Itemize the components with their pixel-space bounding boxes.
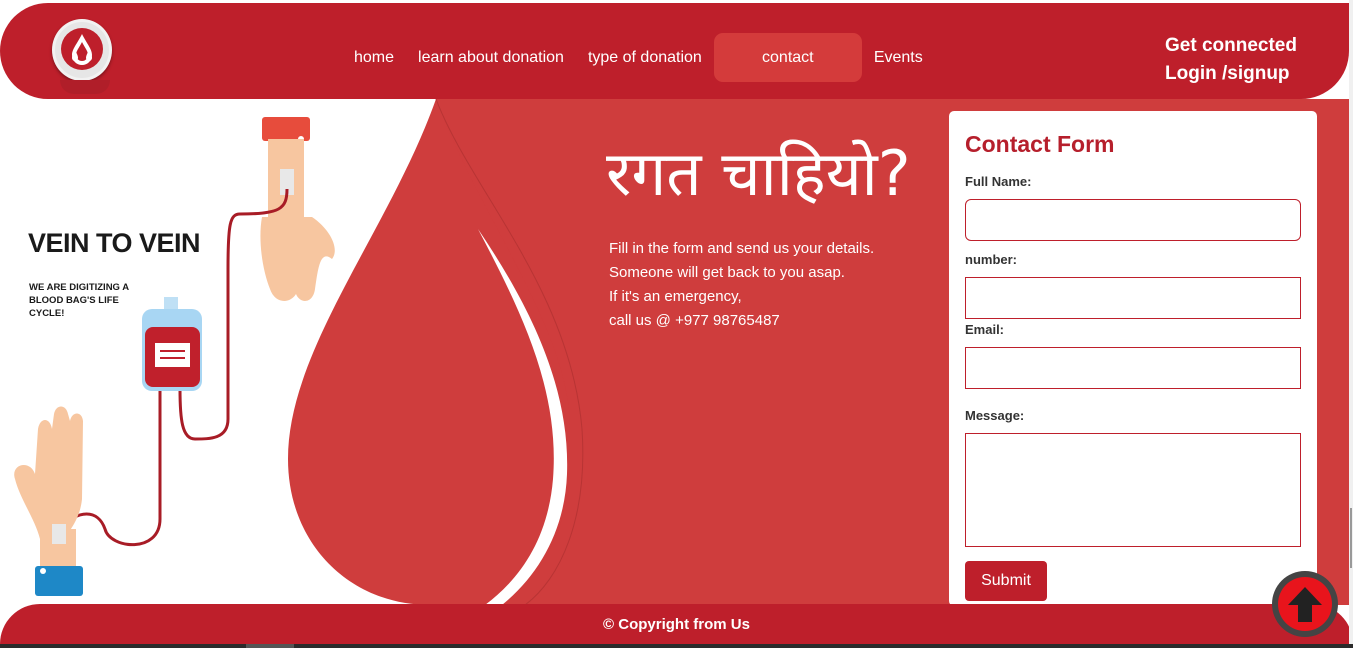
email-input[interactable] [965,347,1301,389]
logo-base [60,80,110,94]
illustration-subtitle: WE ARE DIGITIZING A BLOOD BAG'S LIFE CYC… [29,282,129,319]
nav-type-of-donation[interactable]: type of donation [576,33,714,82]
scrollbar-thumb[interactable] [1350,508,1352,568]
hero-description: Fill in the form and send us your detail… [609,237,874,333]
number-label: number: [965,252,1017,267]
blood-drop-logo-icon[interactable] [52,19,112,94]
site-header: home learn about donation type of donati… [0,3,1349,99]
header-account: Get connected Login /signup [1165,32,1297,88]
nav-contact[interactable]: contact [713,33,862,82]
arrow-up-icon [1288,587,1322,622]
email-label: Email: [965,322,1005,337]
form-title: Contact Form [965,131,1115,157]
vein-to-vein-illustration [14,117,335,596]
scroll-to-top-button[interactable] [1272,571,1338,637]
site-footer: © Copyright from Us [0,604,1353,644]
nav-learn-about-donation[interactable]: learn about donation [406,33,576,82]
get-connected-link[interactable]: Get connected [1165,32,1297,60]
illustration-title: VEIN TO VEIN [28,228,201,258]
logo-circle [61,28,103,70]
scroll-button-circle [1278,577,1332,631]
copyright-text: © Copyright from Us [603,615,750,633]
message-label: Message: [965,408,1025,423]
taskbar-segment [246,644,294,648]
number-input[interactable] [965,277,1301,319]
main-nav: home learn about donation type of donati… [342,33,935,82]
message-textarea[interactable] [965,433,1301,547]
contact-form: Contact Form Full Name: number: Email: M… [949,111,1317,606]
hero-line: Someone will get back to you asap. [609,264,845,281]
nav-events[interactable]: Events [862,33,935,82]
full-name-input[interactable] [965,199,1301,241]
taskbar-strip [0,644,1353,648]
nav-home[interactable]: home [342,33,406,82]
hero-line: If it's an emergency, [609,288,742,305]
page: home learn about donation type of donati… [0,0,1353,648]
hero-title: रगत चाहियो? [606,137,911,210]
login-signup-link[interactable]: Login /signup [1165,60,1297,88]
submit-button[interactable]: Submit [965,561,1047,601]
hero-line: Fill in the form and send us your detail… [609,240,875,257]
drops-icon [72,34,92,65]
hero-line: call us @ +977 98765487 [609,312,780,329]
full-name-label: Full Name: [965,174,1032,189]
